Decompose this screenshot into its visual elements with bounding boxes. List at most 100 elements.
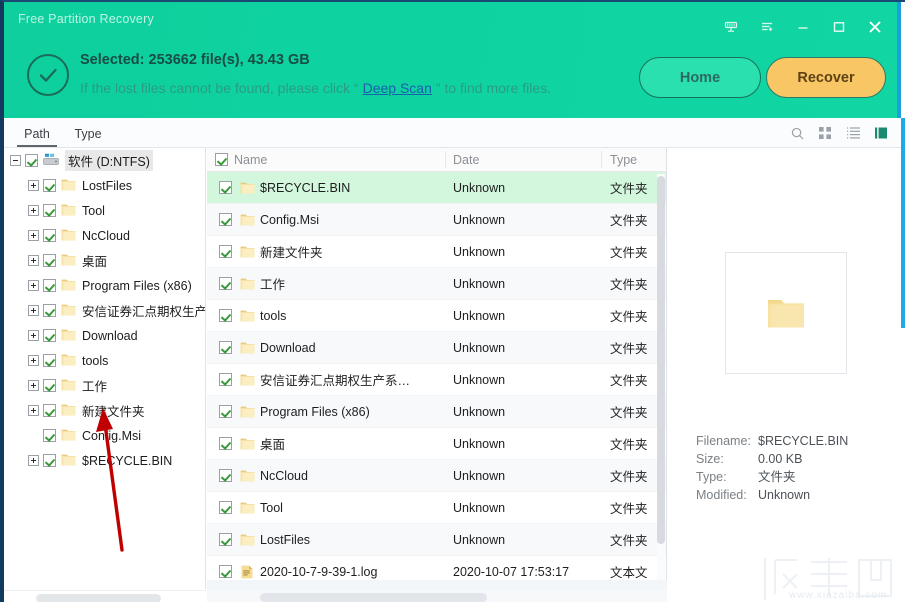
deep-scan-link[interactable]: Deep Scan (363, 80, 432, 96)
table-row[interactable]: Download Unknown 文件夹 (207, 332, 666, 364)
column-divider-2[interactable] (601, 151, 602, 168)
column-header-date[interactable]: Date (453, 153, 479, 167)
tree-item[interactable]: Program Files (x86) (4, 273, 205, 298)
expand-icon[interactable] (28, 280, 39, 291)
tree-item[interactable]: $RECYCLE.BIN (4, 448, 205, 473)
tree-item-checkbox[interactable] (43, 279, 56, 292)
file-list-scrollbar-thumb[interactable] (657, 176, 665, 544)
tree-item[interactable]: 安信证券汇点期权生产系 (4, 298, 205, 323)
cart-icon[interactable] (713, 14, 749, 40)
tree-item-checkbox[interactable] (43, 179, 56, 192)
maximize-icon[interactable] (821, 14, 857, 40)
grid-view-icon[interactable] (811, 121, 839, 145)
tree-item[interactable]: tools (4, 348, 205, 373)
row-checkbox[interactable] (219, 405, 232, 418)
feedback-icon[interactable] (749, 14, 785, 40)
tree-item-root[interactable]: 软件 (D:NTFS) (4, 148, 205, 173)
expand-icon[interactable] (28, 180, 39, 191)
tree-item[interactable]: NcCloud (4, 223, 205, 248)
tree-hscrollbar-thumb[interactable] (36, 594, 161, 602)
tree-item[interactable]: 工作 (4, 373, 205, 398)
table-row[interactable]: Program Files (x86) Unknown 文件夹 (207, 396, 666, 428)
expand-icon[interactable] (28, 205, 39, 216)
tree-item-checkbox[interactable] (43, 429, 56, 442)
row-checkbox[interactable] (219, 373, 232, 386)
table-row[interactable]: NcCloud Unknown 文件夹 (207, 460, 666, 492)
folder-icon (240, 341, 255, 354)
tree-root-checkbox[interactable] (25, 154, 38, 167)
tree-item[interactable]: LostFiles (4, 173, 205, 198)
tree-item-checkbox[interactable] (43, 204, 56, 217)
column-divider-1[interactable] (445, 151, 446, 168)
row-checkbox[interactable] (219, 501, 232, 514)
search-icon[interactable] (783, 121, 811, 145)
column-header-type[interactable]: Type (610, 153, 637, 167)
table-row[interactable]: LostFiles Unknown 文件夹 (207, 524, 666, 556)
tree-item-checkbox[interactable] (43, 354, 56, 367)
row-date: Unknown (453, 244, 506, 259)
row-checkbox[interactable] (219, 533, 232, 546)
file-list-hscrollbar-thumb[interactable] (260, 593, 487, 602)
close-icon[interactable] (857, 14, 893, 40)
row-checkbox[interactable] (219, 181, 232, 194)
table-row[interactable]: 安信证券汇点期权生产系… Unknown 文件夹 (207, 364, 666, 396)
table-row[interactable]: $RECYCLE.BIN Unknown 文件夹 (207, 172, 666, 204)
list-bottom-filler (207, 580, 667, 590)
folder-icon (61, 278, 76, 294)
folder-icon (61, 253, 76, 269)
table-row[interactable]: 工作 Unknown 文件夹 (207, 268, 666, 300)
path-tree-panel[interactable]: 软件 (D:NTFS) LostFiles Tool NcCloud 桌面 Progra… (4, 148, 206, 589)
row-type: 文本文 (610, 566, 648, 580)
tree-item-checkbox[interactable] (43, 329, 56, 342)
tab-type[interactable]: Type (66, 120, 110, 147)
table-row[interactable]: 新建文件夹 Unknown 文件夹 (207, 236, 666, 268)
table-row[interactable]: Tool Unknown 文件夹 (207, 492, 666, 524)
deep-scan-hint-suffix: ” to find more files. (435, 80, 552, 96)
expand-icon[interactable] (28, 380, 39, 391)
home-button[interactable]: Home (639, 57, 761, 98)
row-checkbox[interactable] (219, 309, 232, 322)
tree-item[interactable]: Download (4, 323, 205, 348)
table-row[interactable]: tools Unknown 文件夹 (207, 300, 666, 332)
expand-icon[interactable] (28, 405, 39, 416)
preview-pane-icon[interactable] (867, 121, 895, 145)
file-list-panel[interactable]: Name Date Type $RECYCLE.BIN Unknown 文件夹 Con… (207, 148, 667, 589)
expand-icon[interactable] (28, 305, 39, 316)
tree-item[interactable]: 桌面 (4, 248, 205, 273)
tree-item-checkbox[interactable] (43, 454, 56, 467)
tree-item-checkbox[interactable] (43, 304, 56, 317)
expand-icon[interactable] (28, 230, 39, 241)
expand-icon[interactable] (28, 455, 39, 466)
table-row[interactable]: Config.Msi Unknown 文件夹 (207, 204, 666, 236)
recover-button[interactable]: Recover (766, 57, 886, 98)
tree-item-checkbox[interactable] (43, 254, 56, 267)
row-checkbox[interactable] (219, 341, 232, 354)
row-checkbox[interactable] (219, 469, 232, 482)
tab-path[interactable]: Path (13, 120, 61, 147)
row-checkbox[interactable] (219, 277, 232, 290)
row-checkbox[interactable] (219, 213, 232, 226)
select-all-checkbox[interactable] (215, 153, 228, 166)
tree-item[interactable]: Config.Msi (4, 423, 205, 448)
file-list-scrollbar[interactable] (657, 174, 665, 589)
expand-icon[interactable] (28, 355, 39, 366)
column-header-name[interactable]: Name (215, 153, 267, 167)
minimize-icon[interactable] (785, 14, 821, 40)
row-checkbox[interactable] (219, 565, 232, 578)
row-checkbox[interactable] (219, 245, 232, 258)
expand-icon[interactable] (28, 255, 39, 266)
expand-icon[interactable] (28, 330, 39, 341)
tree-hscrollbar[interactable] (4, 590, 206, 602)
tree-item-checkbox[interactable] (43, 379, 56, 392)
file-list-hscrollbar[interactable] (207, 590, 667, 602)
tree-item-checkbox[interactable] (43, 229, 56, 242)
table-row[interactable]: 桌面 Unknown 文件夹 (207, 428, 666, 460)
tree-item[interactable]: 新建文件夹 (4, 398, 205, 423)
tree-item[interactable]: Tool (4, 198, 205, 223)
tree-item-checkbox[interactable] (43, 404, 56, 417)
folder-icon (240, 469, 255, 482)
row-checkbox[interactable] (219, 437, 232, 450)
collapse-icon-root[interactable] (10, 155, 21, 166)
deep-scan-hint: If the lost files cannot be found, pleas… (80, 80, 551, 96)
list-view-icon[interactable] (839, 121, 867, 145)
